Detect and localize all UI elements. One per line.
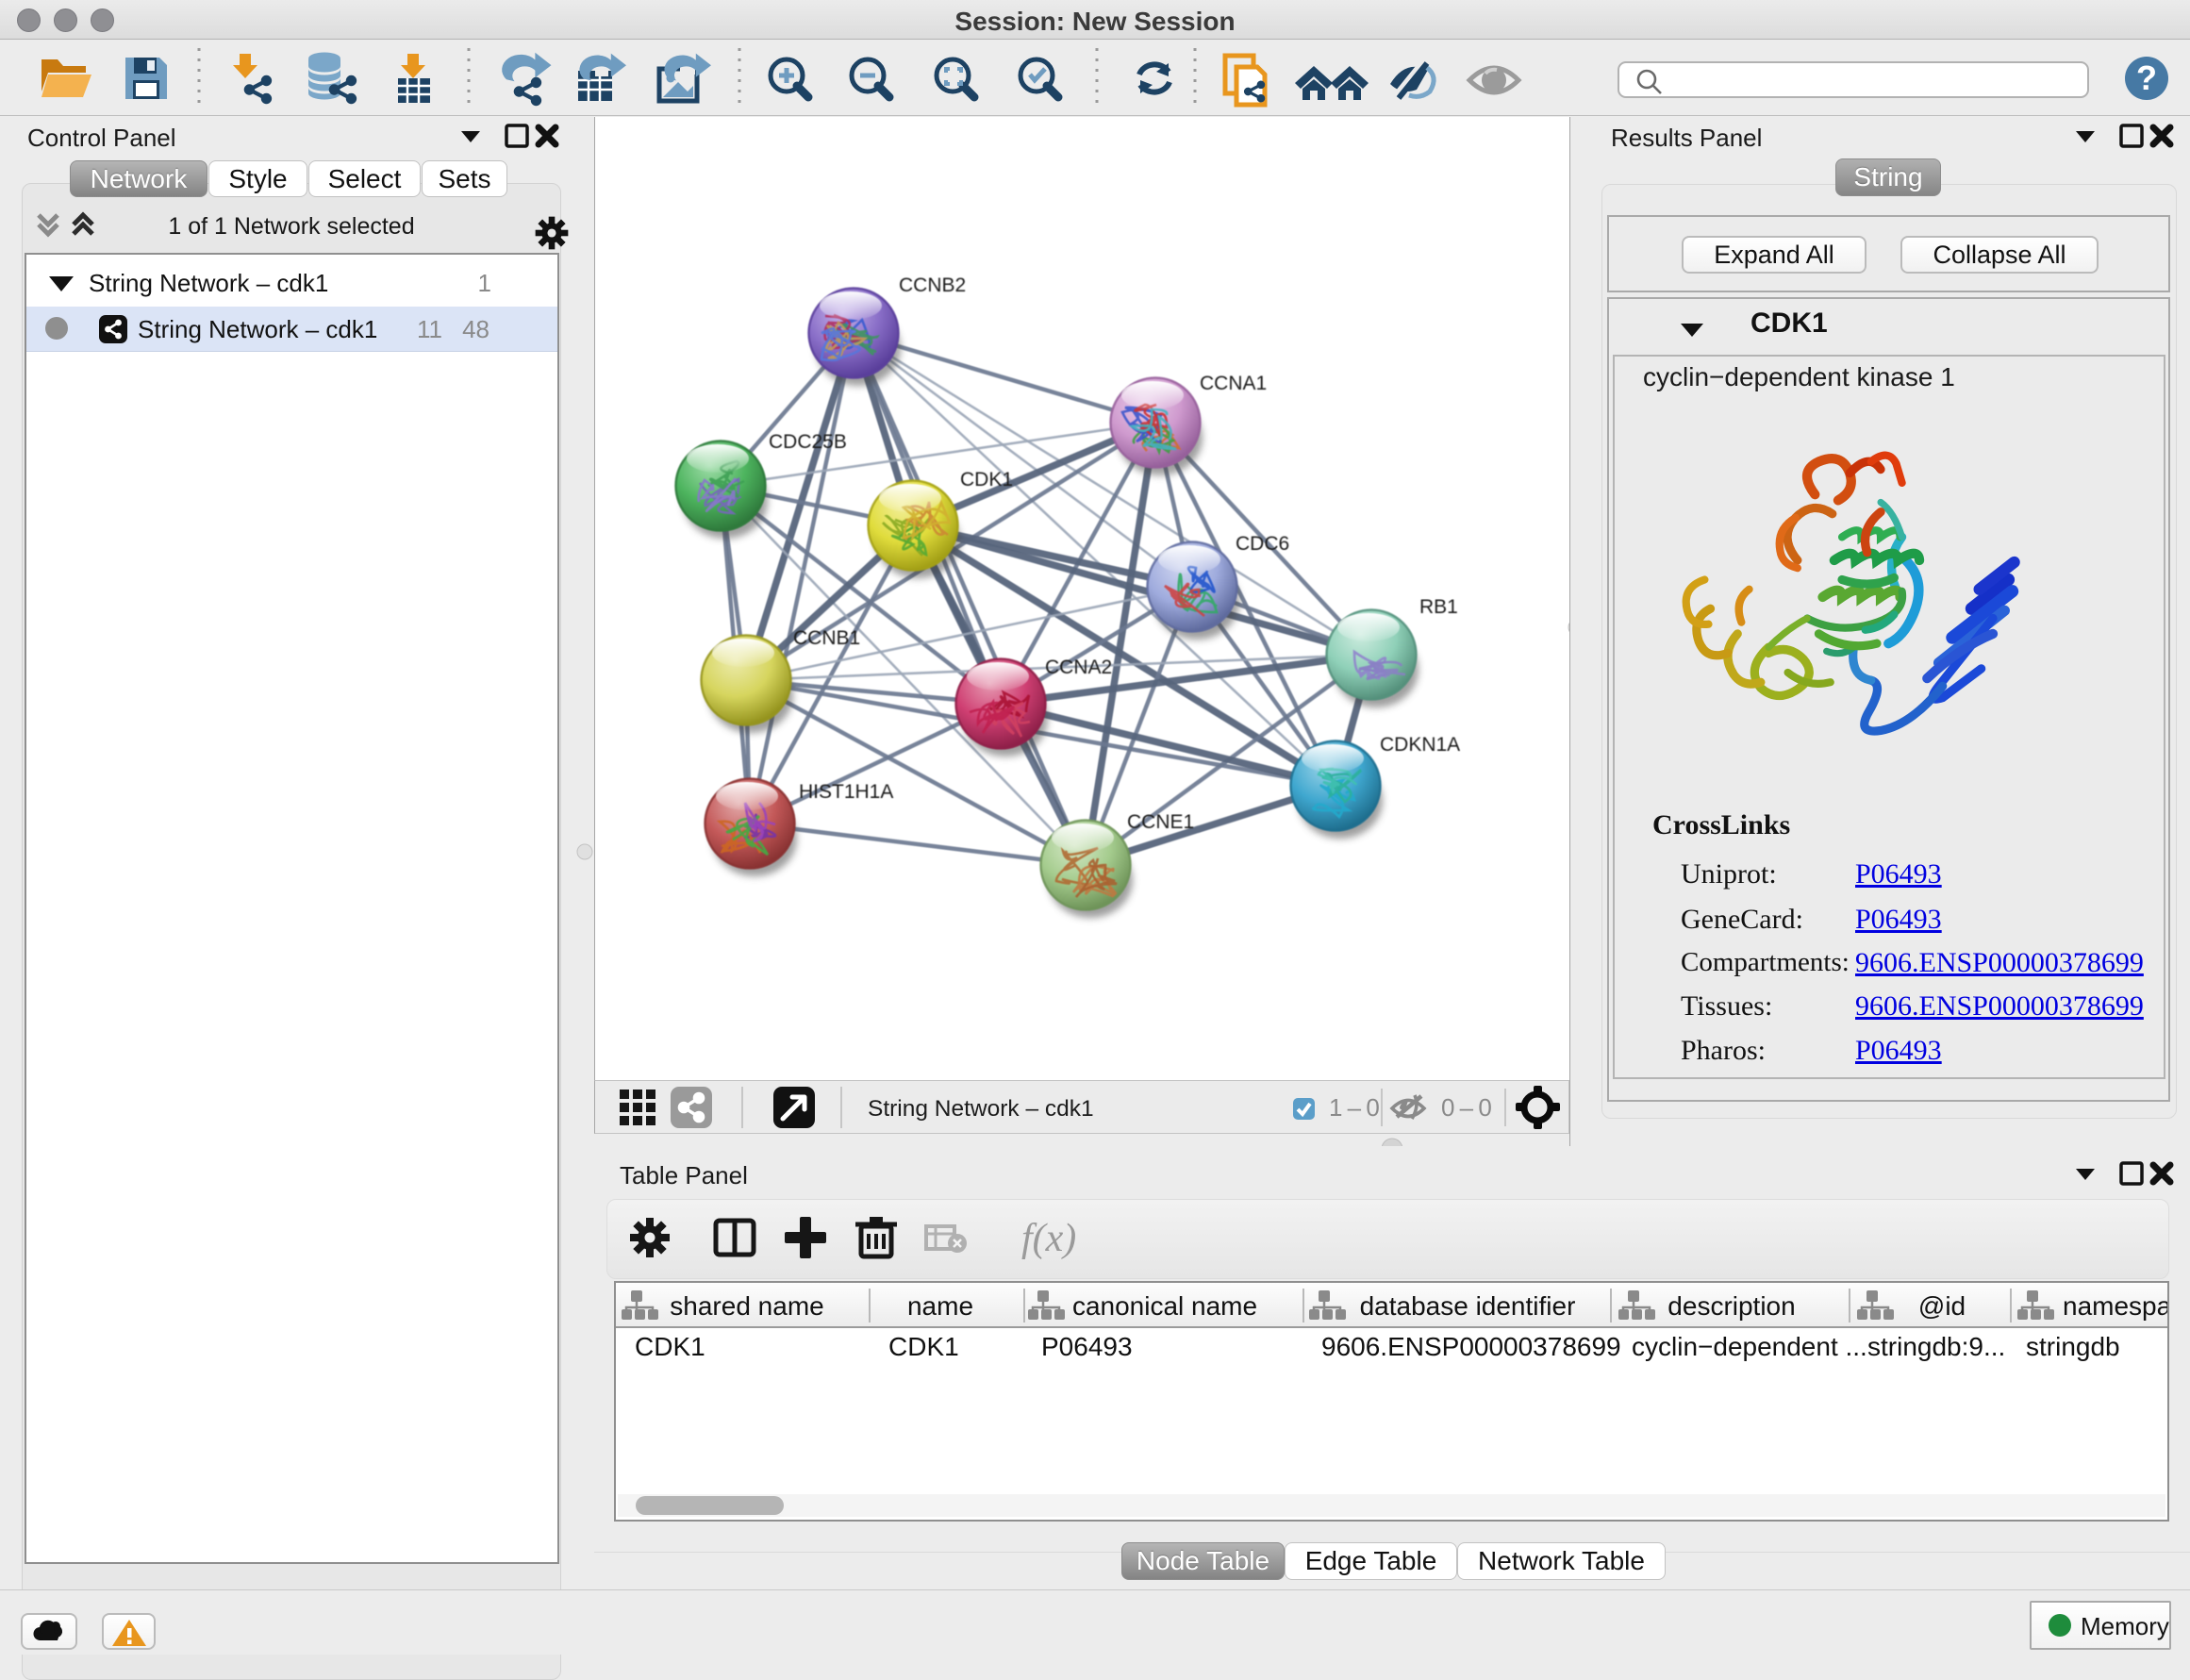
svg-text:0 – 0: 0 – 0	[1441, 1093, 1492, 1122]
svg-text:1 – 0: 1 – 0	[1329, 1093, 1380, 1122]
svg-text:CCNA2: CCNA2	[1045, 657, 1112, 678]
svg-text:String Network – cdk1: String Network – cdk1	[868, 1096, 1094, 1122]
svg-text:CCNE1: CCNE1	[1127, 811, 1194, 833]
svg-text:shared name: shared name	[670, 1291, 823, 1321]
svg-text:CDC25B: CDC25B	[769, 431, 847, 453]
svg-text:f(x): f(x)	[1021, 1217, 1076, 1260]
svg-text:CDKN1A: CDKN1A	[1380, 734, 1460, 756]
svg-text:namespac: namespac	[2063, 1291, 2167, 1321]
svg-text:@id: @id	[1918, 1291, 1966, 1321]
svg-text:RB1: RB1	[1419, 596, 1458, 618]
svg-text:CDC6: CDC6	[1236, 533, 1289, 555]
svg-text:canonical name: canonical name	[1072, 1291, 1257, 1321]
svg-text:?: ?	[2136, 58, 2157, 97]
svg-text:HIST1H1A: HIST1H1A	[799, 781, 893, 803]
svg-text:CCNB2: CCNB2	[899, 274, 966, 296]
svg-text:CCNB1: CCNB1	[793, 627, 860, 649]
svg-text:database identifier: database identifier	[1360, 1291, 1576, 1321]
svg-text:CCNA1: CCNA1	[1200, 373, 1267, 394]
svg-text:description: description	[1667, 1291, 1795, 1321]
svg-text:CDK1: CDK1	[960, 469, 1013, 491]
svg-text:name: name	[907, 1291, 973, 1321]
